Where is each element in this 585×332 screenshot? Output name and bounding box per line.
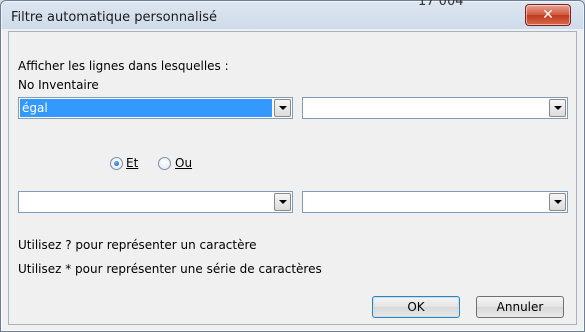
hint-single-character: Utilisez ? pour représenter un caractère bbox=[18, 238, 257, 252]
cancel-button[interactable]: Annuler bbox=[476, 296, 564, 318]
condition2-value bbox=[304, 193, 547, 211]
close-icon: ✕ bbox=[542, 7, 554, 23]
hint-character-series: Utilisez * pour représenter une série de… bbox=[18, 262, 322, 276]
condition2-value-select[interactable] bbox=[302, 191, 568, 213]
or-radio-label[interactable]: Ou bbox=[175, 156, 192, 170]
chevron-down-icon bbox=[553, 200, 562, 204]
dialog-title: Filtre automatique personnalisé bbox=[11, 10, 218, 25]
background-cell-value: 17 004 bbox=[418, 0, 464, 9]
condition2-operator-select[interactable] bbox=[18, 191, 293, 213]
chevron-down-icon bbox=[553, 106, 562, 110]
condition1-value bbox=[304, 99, 547, 117]
and-radio[interactable] bbox=[110, 157, 123, 170]
field-name-label: No Inventaire bbox=[18, 78, 99, 92]
chevron-down-icon bbox=[278, 200, 287, 204]
chevron-down-icon bbox=[278, 106, 287, 110]
custom-autofilter-dialog: Filtre automatique personnalisé ✕ Affich… bbox=[0, 0, 585, 332]
close-button[interactable]: ✕ bbox=[525, 4, 571, 26]
condition2-value-dropdown-button[interactable] bbox=[549, 193, 566, 211]
dialog-body: Afficher les lignes dans lesquelles : No… bbox=[8, 31, 577, 325]
ok-button[interactable]: OK bbox=[372, 296, 460, 318]
or-radio[interactable] bbox=[158, 157, 171, 170]
title-bar[interactable]: Filtre automatique personnalisé ✕ bbox=[1, 1, 584, 31]
instruction-label: Afficher les lignes dans lesquelles : bbox=[18, 59, 229, 73]
condition1-operator-select[interactable]: égal bbox=[18, 97, 293, 119]
condition2-operator-value bbox=[20, 193, 272, 211]
condition1-value-select[interactable] bbox=[302, 97, 568, 119]
condition2-operator-dropdown-button[interactable] bbox=[274, 193, 291, 211]
and-radio-label[interactable]: Et bbox=[126, 156, 138, 170]
condition1-value-dropdown-button[interactable] bbox=[549, 99, 566, 117]
condition1-operator-value: égal bbox=[20, 99, 272, 117]
condition1-operator-dropdown-button[interactable] bbox=[274, 99, 291, 117]
